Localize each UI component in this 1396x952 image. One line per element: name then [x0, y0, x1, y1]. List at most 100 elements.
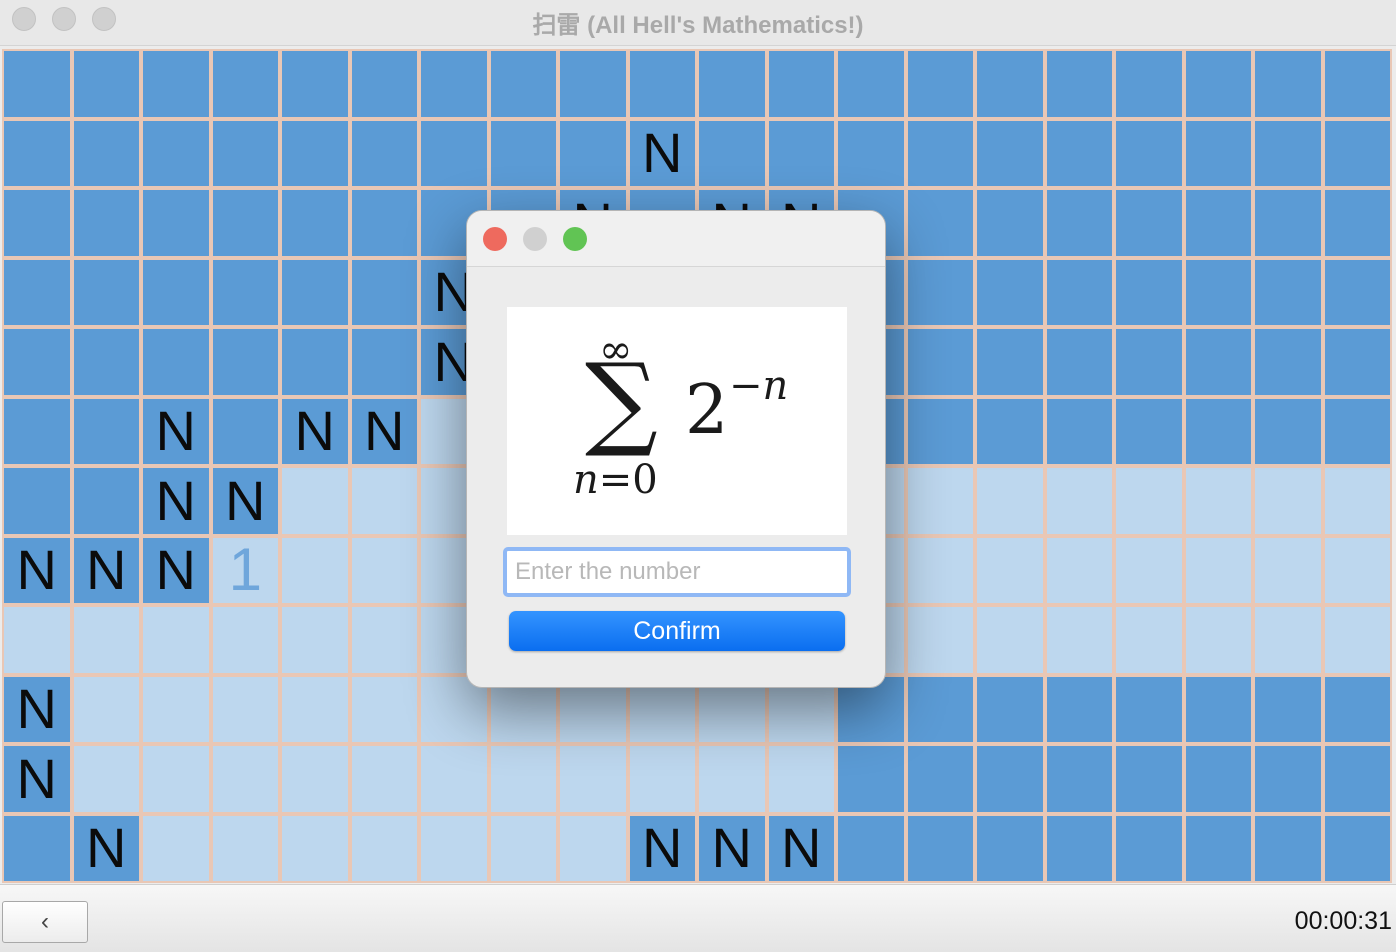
board-cell[interactable] [143, 120, 209, 186]
board-cell[interactable] [1255, 259, 1321, 325]
revealed-cell[interactable] [282, 746, 348, 812]
revealed-cell[interactable] [282, 607, 348, 673]
board-cell[interactable] [282, 190, 348, 256]
revealed-cell[interactable] [282, 468, 348, 534]
board-cell[interactable] [1116, 259, 1182, 325]
revealed-cell[interactable] [768, 746, 834, 812]
board-cell[interactable] [977, 746, 1043, 812]
board-cell[interactable] [1046, 398, 1112, 464]
board-cell[interactable] [73, 190, 139, 256]
revealed-cell[interactable] [1116, 468, 1182, 534]
board-cell[interactable] [1255, 190, 1321, 256]
board-cell[interactable] [212, 329, 278, 395]
revealed-cell[interactable] [421, 746, 487, 812]
board-cell[interactable] [977, 190, 1043, 256]
board-cell[interactable] [977, 259, 1043, 325]
board-cell[interactable] [351, 51, 417, 117]
board-cell[interactable] [143, 259, 209, 325]
board-cell[interactable] [4, 398, 70, 464]
board-cell[interactable] [1255, 398, 1321, 464]
board-cell[interactable] [4, 468, 70, 534]
board-cell[interactable] [212, 51, 278, 117]
revealed-cell[interactable] [73, 676, 139, 742]
board-cell[interactable] [212, 190, 278, 256]
revealed-cell[interactable] [351, 815, 417, 881]
board-cell[interactable] [1324, 51, 1390, 117]
board-cell[interactable] [1324, 815, 1390, 881]
board-cell[interactable] [1255, 329, 1321, 395]
board-cell[interactable] [4, 51, 70, 117]
board-cell[interactable] [838, 51, 904, 117]
board-cell[interactable] [977, 120, 1043, 186]
board-cell[interactable] [1116, 329, 1182, 395]
board-cell[interactable] [421, 120, 487, 186]
board-cell[interactable] [907, 120, 973, 186]
board-cell[interactable] [1324, 190, 1390, 256]
revealed-cell[interactable] [907, 607, 973, 673]
revealed-cell[interactable] [1116, 607, 1182, 673]
revealed-cell[interactable] [1324, 468, 1390, 534]
board-cell[interactable] [4, 190, 70, 256]
board-cell[interactable] [838, 815, 904, 881]
board-cell[interactable] [212, 398, 278, 464]
board-cell[interactable] [699, 51, 765, 117]
dialog-close-button[interactable] [483, 227, 507, 251]
board-cell[interactable] [907, 259, 973, 325]
dialog-zoom-button[interactable] [563, 227, 587, 251]
board-cell[interactable] [282, 51, 348, 117]
revealed-cell[interactable] [907, 537, 973, 603]
board-cell[interactable] [1324, 259, 1390, 325]
marked-cell[interactable]: N [768, 815, 834, 881]
revealed-cell[interactable] [143, 815, 209, 881]
board-cell[interactable] [73, 329, 139, 395]
revealed-cell[interactable] [212, 746, 278, 812]
board-cell[interactable] [907, 190, 973, 256]
board-cell[interactable] [282, 259, 348, 325]
board-cell[interactable] [1116, 120, 1182, 186]
board-cell[interactable] [907, 815, 973, 881]
board-cell[interactable] [490, 120, 556, 186]
revealed-cell[interactable] [490, 746, 556, 812]
board-cell[interactable] [212, 120, 278, 186]
revealed-cell[interactable] [73, 746, 139, 812]
board-cell[interactable] [1185, 746, 1251, 812]
board-cell[interactable] [351, 190, 417, 256]
marked-cell[interactable]: N [212, 468, 278, 534]
revealed-cell[interactable] [351, 746, 417, 812]
board-cell[interactable] [73, 468, 139, 534]
board-cell[interactable] [73, 398, 139, 464]
revealed-cell[interactable] [282, 815, 348, 881]
board-cell[interactable] [1185, 259, 1251, 325]
revealed-cell[interactable] [282, 676, 348, 742]
marked-cell[interactable]: N [351, 398, 417, 464]
board-cell[interactable] [1046, 190, 1112, 256]
board-cell[interactable] [977, 815, 1043, 881]
marked-cell[interactable]: N [143, 398, 209, 464]
marked-cell[interactable]: N [4, 537, 70, 603]
board-cell[interactable] [1255, 51, 1321, 117]
marked-cell[interactable]: N [4, 746, 70, 812]
board-cell[interactable] [1185, 398, 1251, 464]
revealed-cell[interactable] [490, 815, 556, 881]
board-cell[interactable] [907, 329, 973, 395]
board-cell[interactable] [351, 329, 417, 395]
revealed-cell[interactable] [143, 746, 209, 812]
board-cell[interactable] [768, 120, 834, 186]
board-cell[interactable] [1046, 51, 1112, 117]
answer-input[interactable] [503, 547, 851, 597]
board-cell[interactable] [560, 120, 626, 186]
board-cell[interactable] [560, 51, 626, 117]
revealed-cell[interactable] [1255, 537, 1321, 603]
board-cell[interactable] [1046, 120, 1112, 186]
board-cell[interactable] [977, 51, 1043, 117]
board-cell[interactable] [1324, 746, 1390, 812]
board-cell[interactable] [1116, 746, 1182, 812]
marked-cell[interactable]: N [73, 537, 139, 603]
revealed-cell[interactable] [143, 607, 209, 673]
board-cell[interactable] [282, 120, 348, 186]
board-cell[interactable] [1324, 120, 1390, 186]
revealed-cell[interactable] [1185, 468, 1251, 534]
board-cell[interactable] [629, 51, 695, 117]
revealed-cell[interactable] [351, 676, 417, 742]
board-cell[interactable] [768, 51, 834, 117]
